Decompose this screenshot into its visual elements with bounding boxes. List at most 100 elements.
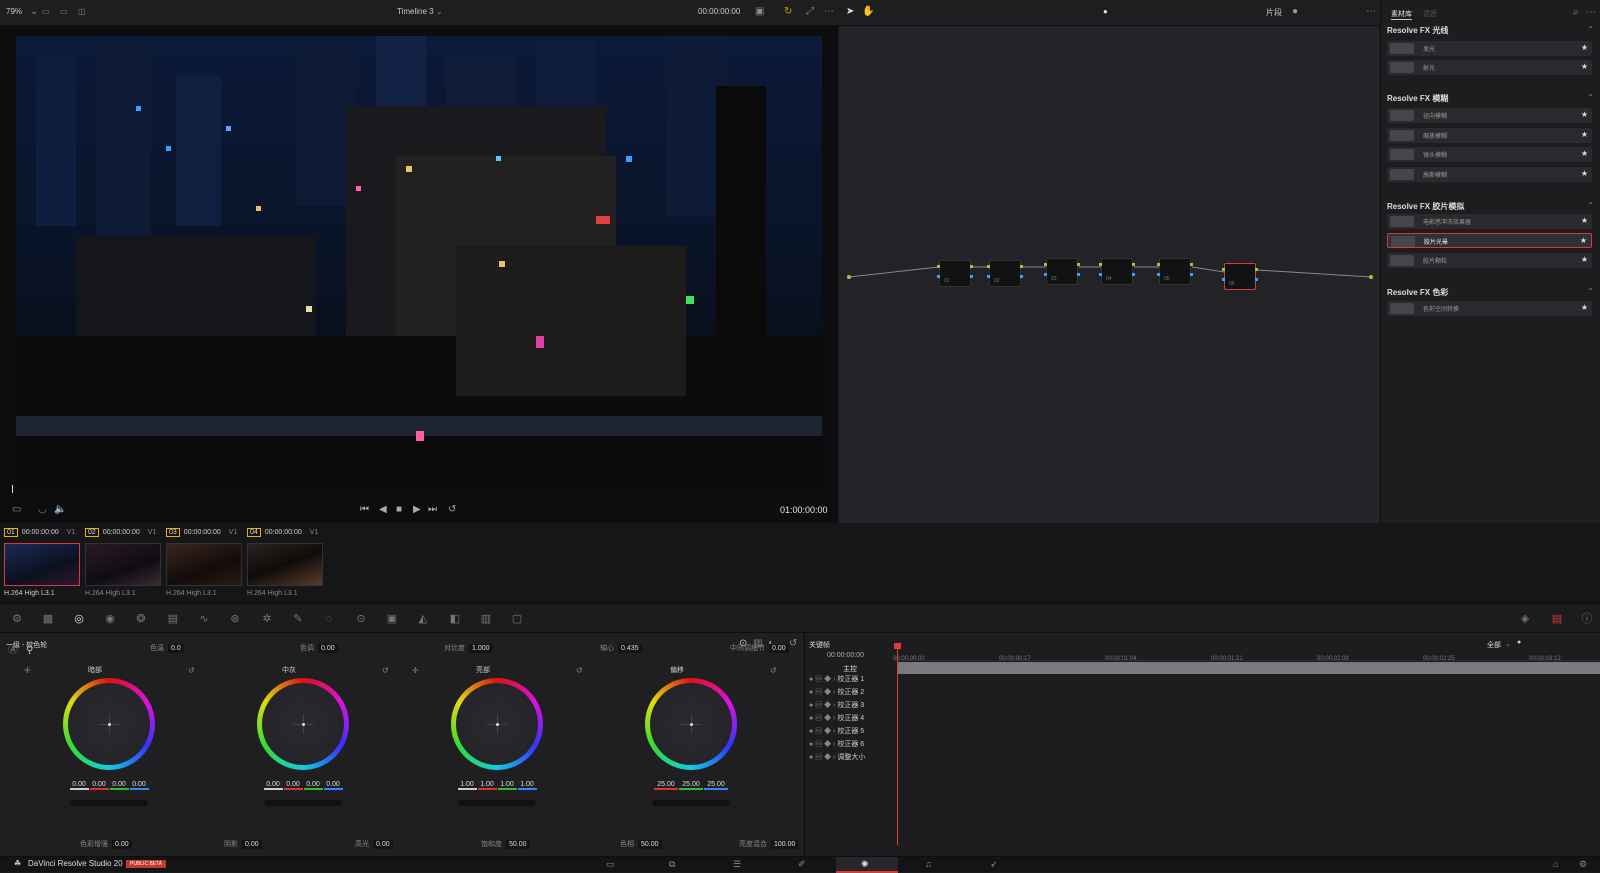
star-icon[interactable]: ★ — [1580, 236, 1587, 245]
timecode-display[interactable]: 00:00:00:00 — [698, 7, 740, 16]
media-page-icon[interactable]: ▭ — [606, 859, 615, 869]
wheel-values[interactable]: 1.00 1.00 1.00 1.00 — [402, 781, 592, 790]
settings-icon[interactable]: ⚙ — [1579, 859, 1587, 869]
node-06[interactable]: 06 — [1222, 263, 1258, 290]
chevron-up-icon[interactable]: ⌃ — [1587, 25, 1594, 34]
layout-single-icon[interactable]: ▭ — [42, 7, 50, 17]
camera-raw-icon[interactable]: ⚙ — [10, 612, 24, 626]
qualifier-icon[interactable]: ✲ — [260, 612, 274, 626]
wheel-values[interactable]: 25.00 25.00 25.00 — [596, 781, 786, 790]
chevron-up-icon[interactable]: ⌃ — [1587, 201, 1594, 210]
go-to-start-icon[interactable]: ⏮ — [360, 505, 369, 515]
layout-dual-icon[interactable]: ▭ — [60, 7, 68, 17]
key-icon[interactable]: ◧ — [448, 612, 462, 626]
keyframe-row[interactable]: ● ▤ ◆ › 校正器 1 — [809, 674, 894, 687]
library-item[interactable]: 高斯模糊 ★ — [1387, 167, 1592, 182]
keyframe-filter-select[interactable]: 全部 — [1487, 640, 1501, 650]
timeline-name[interactable]: Timeline 3 — [397, 7, 434, 16]
star-icon[interactable]: ★ — [1581, 43, 1588, 52]
library-item[interactable]: 径向模糊 ★ — [1387, 108, 1592, 123]
library-item-selected[interactable]: 胶片光晕 ★ — [1387, 233, 1592, 248]
param-saturation[interactable]: 饱和度 50.00 — [481, 839, 530, 849]
edit-page-icon[interactable]: ☰ — [733, 859, 741, 869]
color-wheel[interactable] — [257, 678, 349, 770]
stop-icon[interactable]: ■ — [396, 505, 402, 515]
tab-secondary[interactable]: 混音 — [1423, 9, 1437, 19]
param-color-boost[interactable]: 色彩增强 0.00 — [80, 839, 132, 849]
library-item[interactable]: 色彩空间转换 ★ — [1387, 301, 1592, 316]
more-options-icon[interactable]: ⋯ — [824, 7, 834, 17]
3d-icon[interactable]: ▢ — [510, 612, 524, 626]
library-item[interactable]: 发光 ★ — [1387, 41, 1592, 56]
library-item[interactable]: 射光 ★ — [1387, 60, 1592, 75]
library-item[interactable]: 电影感冲洗效果器 ★ — [1387, 214, 1592, 229]
play-icon[interactable]: ▶ — [413, 505, 421, 515]
more-options-icon[interactable]: ⋯ — [1366, 7, 1376, 17]
chevron-up-icon[interactable]: ⌃ — [1587, 287, 1594, 296]
curves-icon[interactable]: ∿ — [197, 612, 211, 626]
blur-icon[interactable]: ◭ — [416, 612, 430, 626]
wheel-values[interactable]: 0.00 0.00 0.00 0.00 — [208, 781, 398, 790]
master-keyframe-track[interactable] — [897, 662, 1600, 674]
tab-library[interactable]: 素材库 — [1391, 9, 1412, 20]
color-wheels-icon[interactable]: ◎ — [72, 612, 86, 626]
keyframe-row[interactable]: ● ▤ ◆ › 校正器 2 — [809, 687, 894, 700]
keyframe-row[interactable]: ● ▤ ◆ › 校正器 6 — [809, 739, 894, 752]
scopes-icon[interactable]: ◈ — [1518, 612, 1532, 626]
magic-mask-icon[interactable]: ▣ — [385, 612, 399, 626]
more-options-icon[interactable]: ⋯ — [1586, 8, 1596, 18]
playhead-marker[interactable] — [12, 485, 13, 493]
fullscreen-icon[interactable]: ⤢ — [806, 7, 814, 17]
chevron-down-icon[interactable]: ⌄ — [1505, 640, 1511, 650]
fusion-page-icon[interactable]: ✐ — [798, 859, 806, 869]
star-icon[interactable]: ★ — [1581, 216, 1588, 225]
node-05[interactable]: 05 — [1157, 258, 1193, 285]
node-01[interactable]: 01 — [937, 260, 973, 287]
eyedropper-icon[interactable]: ✎ — [291, 612, 305, 626]
cut-page-icon[interactable]: ⧉ — [669, 859, 675, 869]
library-item[interactable]: 镜头模糊 ★ — [1387, 147, 1592, 162]
monitor-icon[interactable]: ▣ — [755, 7, 764, 17]
node-02[interactable]: 02 — [987, 260, 1023, 287]
star-icon[interactable]: ★ — [1581, 169, 1588, 178]
library-section-title[interactable]: Resolve FX 胶片模拟 — [1387, 201, 1464, 212]
clip-thumbnail[interactable] — [166, 543, 242, 586]
color-warper-icon[interactable]: ⊛ — [228, 612, 242, 626]
clip-thumbnail[interactable] — [4, 543, 80, 586]
master-slider[interactable] — [458, 800, 536, 806]
tracker-icon[interactable]: ⊙ — [354, 612, 368, 626]
star-icon[interactable]: ★ — [1581, 110, 1588, 119]
home-icon[interactable]: ⌂ — [1553, 859, 1558, 869]
library-item[interactable]: 胶片颗粒 ★ — [1387, 253, 1592, 268]
keyframe-row[interactable]: ● ▤ ◆ › 调整大小 — [809, 752, 894, 765]
star-icon[interactable]: ★ — [1581, 303, 1588, 312]
sizing-icon[interactable]: ▥ — [479, 612, 493, 626]
keyframes-toggle-icon[interactable]: ▤ — [1550, 612, 1564, 626]
volume-icon[interactable]: 🔈 — [54, 505, 66, 515]
node-editor[interactable]: 01 02 03 04 05 06 — [839, 26, 1379, 523]
mode-select[interactable]: 片段 — [1266, 7, 1282, 18]
motion-effects-icon[interactable]: ▤ — [166, 612, 180, 626]
color-wheel[interactable] — [63, 678, 155, 770]
color-wheel[interactable] — [645, 678, 737, 770]
chevron-down-icon[interactable]: ⌄ — [30, 7, 38, 17]
library-section-title[interactable]: Resolve FX 光线 — [1387, 25, 1448, 36]
info-icon[interactable]: ⓘ — [1580, 612, 1594, 626]
param-shadows[interactable]: 阴影 0.00 — [224, 839, 262, 849]
search-icon[interactable]: ⌕ — [1573, 8, 1579, 18]
star-icon[interactable]: ★ — [1581, 149, 1588, 158]
keyframe-row[interactable]: ● ▤ ◆ › 校正器 5 — [809, 726, 894, 739]
keyframe-row[interactable]: ● ▤ ◆ › 校正器 4 — [809, 713, 894, 726]
layout-split-icon[interactable]: ◫ — [78, 7, 86, 17]
hand-icon[interactable]: ✋ — [862, 7, 874, 17]
param-hue[interactable]: 色相 50.00 — [620, 839, 662, 849]
hdr-wheels-icon[interactable]: ◉ — [103, 612, 117, 626]
wheel-values[interactable]: 0.00 0.00 0.00 0.00 — [14, 781, 204, 790]
master-slider[interactable] — [70, 800, 148, 806]
audio-scrub-icon[interactable]: ◡ — [38, 505, 47, 515]
param-highlights[interactable]: 高光 0.00 — [355, 839, 393, 849]
node-04[interactable]: 04 — [1099, 258, 1135, 285]
color-page-icon[interactable]: ✺ — [861, 859, 869, 869]
star-icon[interactable]: ★ — [1581, 62, 1588, 71]
settings-dot-icon[interactable]: ● — [1292, 7, 1298, 17]
